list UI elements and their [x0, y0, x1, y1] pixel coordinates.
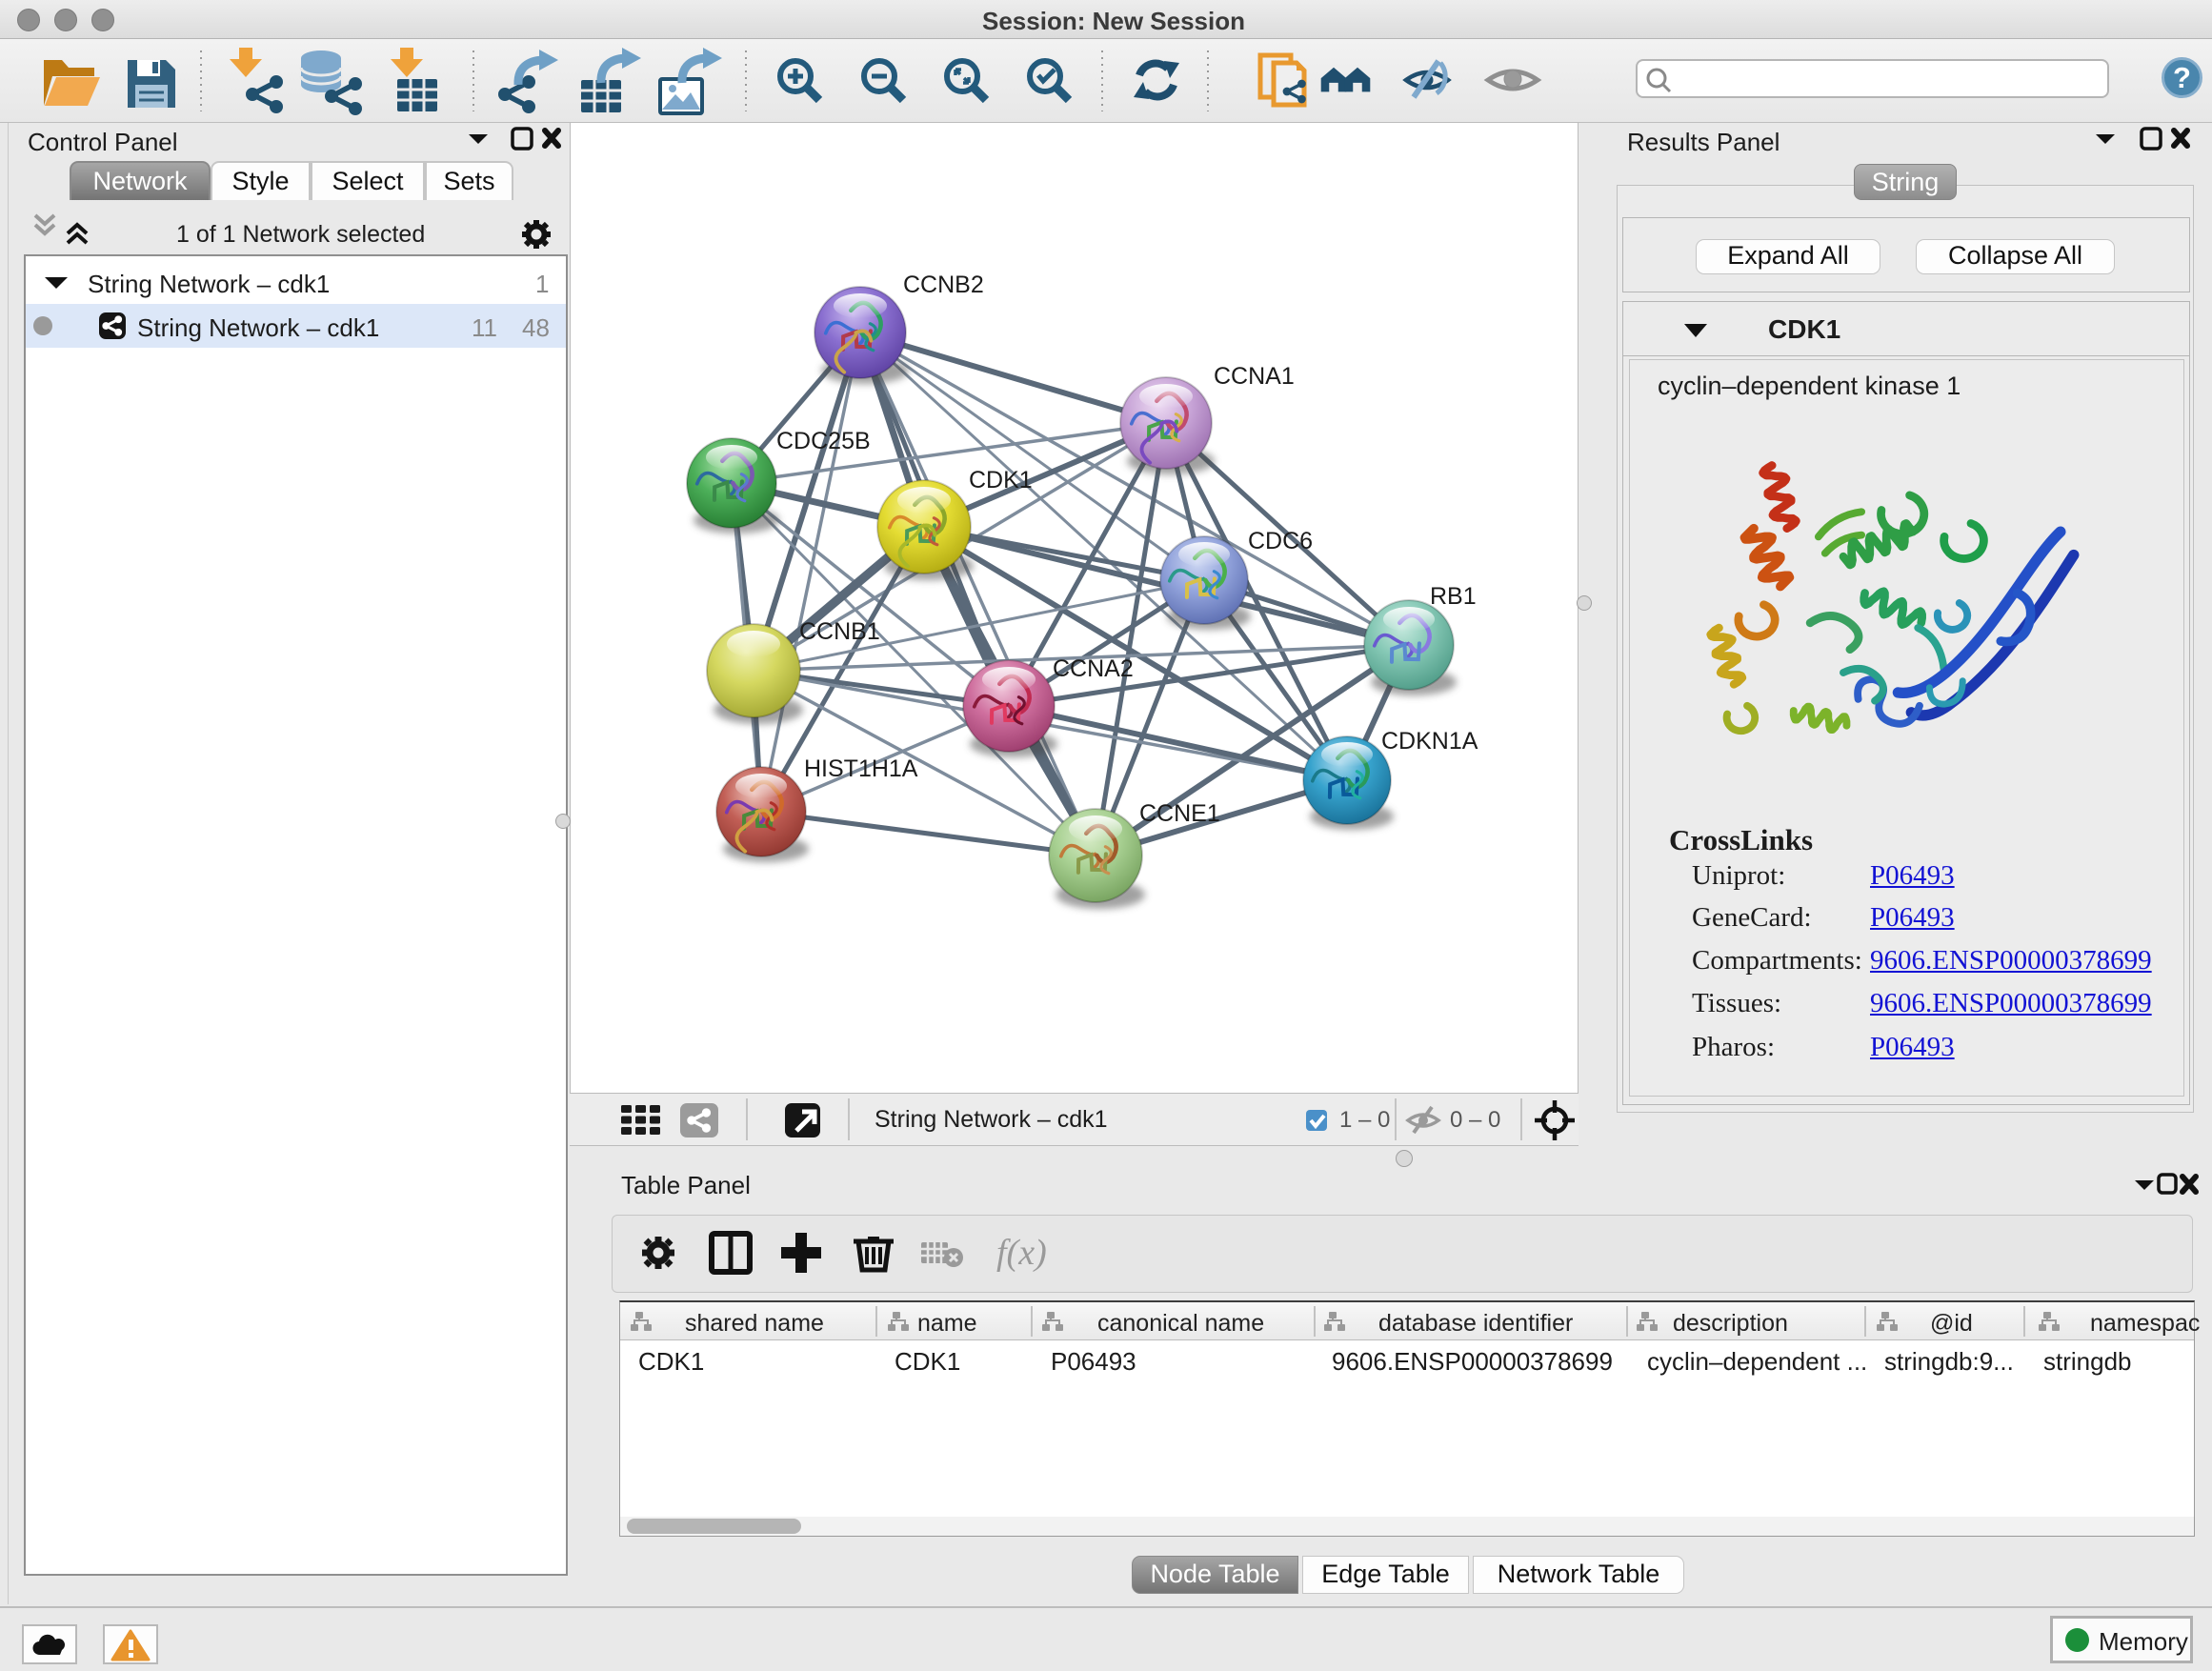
svg-text:RB1: RB1 — [1430, 583, 1477, 610]
svg-text:CDC6: CDC6 — [1248, 528, 1313, 554]
svg-text:CCNA1: CCNA1 — [1214, 363, 1295, 390]
svg-text:CDKN1A: CDKN1A — [1381, 728, 1478, 755]
svg-text:f(x): f(x) — [996, 1233, 1047, 1273]
svg-text:CDK1: CDK1 — [969, 467, 1033, 493]
svg-text:CCNB2: CCNB2 — [903, 272, 984, 298]
svg-text:CCNB1: CCNB1 — [799, 618, 880, 645]
svg-text:CCNE1: CCNE1 — [1139, 800, 1220, 827]
svg-text:CDC25B: CDC25B — [776, 428, 871, 454]
svg-text:HIST1H1A: HIST1H1A — [804, 755, 918, 782]
svg-text:CCNA2: CCNA2 — [1053, 655, 1134, 682]
